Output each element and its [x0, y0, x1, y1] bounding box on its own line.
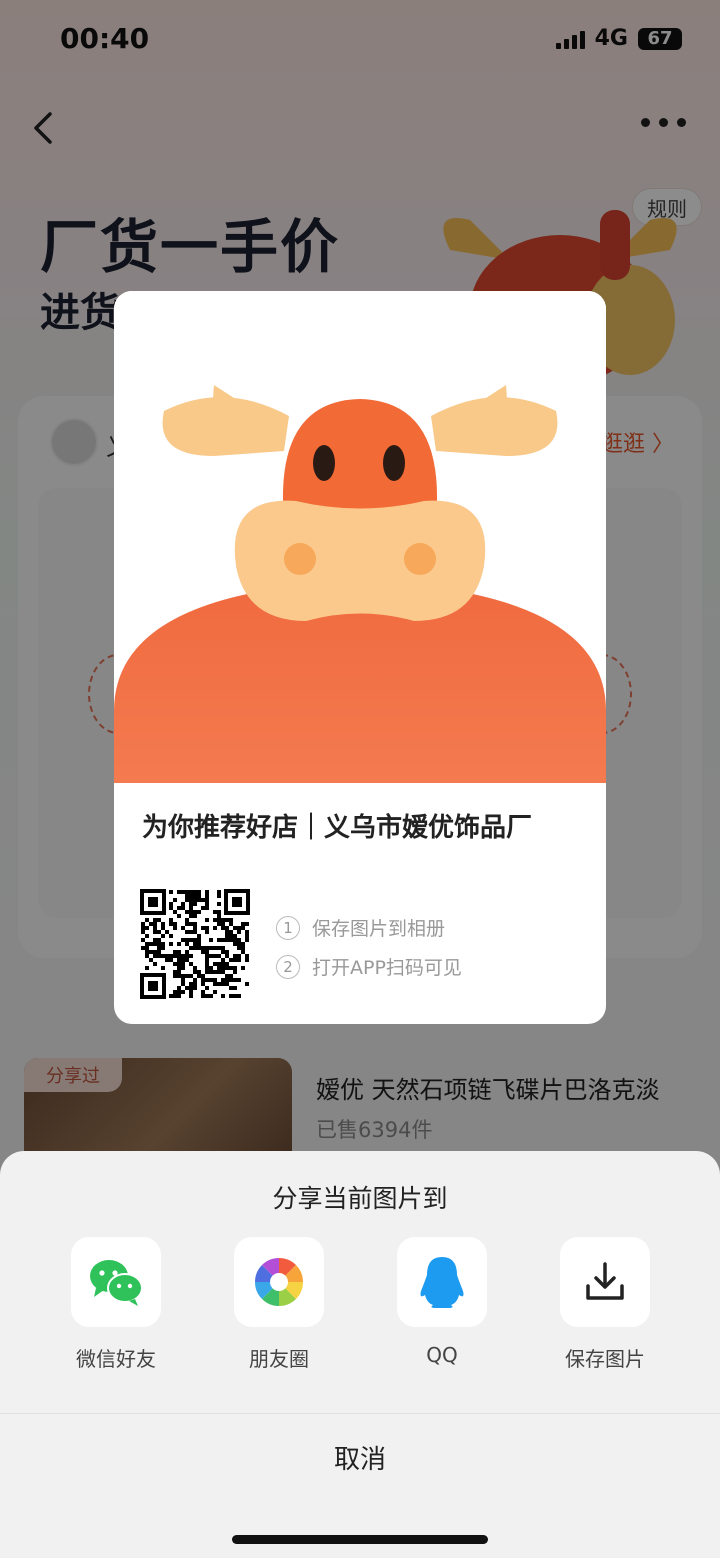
qq-icon	[420, 1257, 464, 1308]
step-2: 2 打开APP扫码可见	[276, 953, 462, 980]
cancel-button[interactable]: 取消	[0, 1414, 720, 1500]
sheet-title: 分享当前图片到	[272, 1184, 448, 1213]
wechat-icon	[90, 1260, 143, 1306]
share-label: 朋友圈	[249, 1347, 309, 1371]
cow-mascot-image	[114, 291, 606, 783]
step-text: 保存图片到相册	[312, 918, 446, 940]
share-bottom-sheet: 分享当前图片到 微信好友 朋友圈 QQ 保存图片 取消	[0, 1151, 720, 1558]
home-indicator	[232, 1535, 488, 1544]
poster-title: 为你推荐好店｜义乌市嫒优饰品厂	[142, 813, 533, 843]
step-number: 1	[276, 915, 300, 940]
step-number: 2	[276, 954, 300, 979]
share-wechat-button[interactable]: 微信好友	[61, 1237, 171, 1372]
save-tile[interactable]	[560, 1237, 650, 1327]
save-image-button[interactable]: 保存图片	[550, 1237, 660, 1372]
wechat-tile[interactable]	[71, 1237, 161, 1327]
download-icon	[586, 1262, 624, 1300]
moments-tile[interactable]	[234, 1237, 324, 1327]
share-qq-button[interactable]: QQ	[387, 1237, 497, 1367]
share-label: 保存图片	[565, 1347, 645, 1371]
step-1: 1 保存图片到相册	[276, 914, 445, 941]
share-moments-button[interactable]: 朋友圈	[224, 1237, 334, 1372]
share-poster: 为你推荐好店｜义乌市嫒优饰品厂 1 保存图片到相册 2 打开APP扫码可见	[114, 291, 606, 1024]
qr-code-image	[140, 889, 250, 999]
share-label: QQ	[426, 1343, 458, 1367]
step-text: 打开APP扫码可见	[312, 957, 462, 979]
qq-tile[interactable]	[397, 1237, 487, 1327]
share-label: 微信好友	[76, 1347, 156, 1371]
moments-icon	[254, 1257, 304, 1307]
